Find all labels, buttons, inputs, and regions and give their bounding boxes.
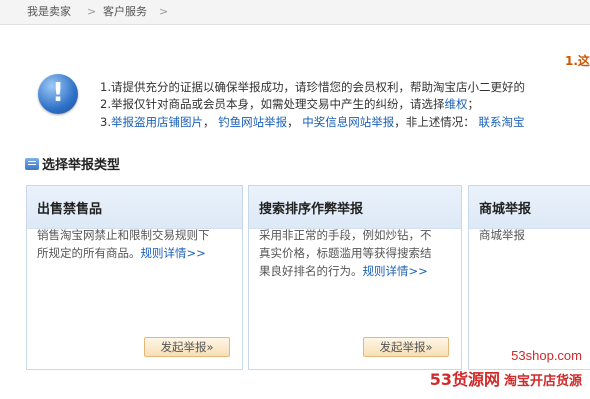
notice-line-3-prefix: 3. [100,115,111,129]
card-description: 商城举报 [479,226,525,244]
prize-scam-site-report-link[interactable]: 中奖信息网站举报 [302,115,394,129]
breadcrumb-separator: > [87,5,97,18]
watermark-domain: 53shop.com [511,348,582,363]
breadcrumb-item-customer-service[interactable]: 客户服务 [103,0,147,24]
card-description: 采用非正常的手段，例如炒钻，不 真实价格，标题滥用等获得搜索结 果良好排名的行为… [259,226,432,280]
card-desc-text: 果良好排名的行为。 [259,264,363,278]
rights-link[interactable]: 维权 [444,97,467,111]
report-type-icon [25,158,39,170]
card-title: 商城举报 [479,202,532,217]
report-card-mall: 商城举报 商城举报 [468,185,590,370]
phishing-site-report-link[interactable]: 钓鱼网站举报 [218,115,287,129]
breadcrumb-item-seller[interactable]: 我是卖家 [27,0,71,24]
card-desc-line: 所规定的所有商品。规则详情>> [37,244,210,262]
start-report-button[interactable]: 发起举报» [144,337,230,357]
watermark-brand: 53货源网 淘宝开店货源 [430,366,582,390]
watermark-tag: 淘宝开店货源 [503,374,582,389]
watermark-brand-name: 53货源网 [429,370,500,389]
comma: ， [287,115,299,129]
notice-line-3-mid: ，非上述情况： [394,115,475,129]
card-desc-line: 果良好排名的行为。规则详情>> [259,262,432,280]
contact-taobao-link[interactable]: 联系淘宝 [478,115,524,129]
card-desc-line: 销售淘宝网禁止和限制交易规则下 [37,228,210,242]
info-exclamation-icon: ! [38,74,78,114]
comma: ， [202,115,215,129]
report-store-image-theft-link[interactable]: 举报盗用店铺图片 [111,115,203,129]
report-card-prohibited-goods: 出售禁售品 销售淘宝网禁止和限制交易规则下 所规定的所有商品。规则详情>> 发起… [26,185,243,370]
card-desc-text: 所规定的所有商品。 [37,246,141,260]
card-desc-line: 真实价格，标题滥用等获得搜索结 [259,246,432,260]
rule-details-link[interactable]: 规则详情>> [363,264,428,278]
card-desc-line: 采用非正常的手段，例如炒钻，不 [259,228,432,242]
section-title: 选择举报类型 [25,154,120,173]
rule-details-link[interactable]: 规则详情>> [141,246,206,260]
notice-panel: 1.这 ! 1.请提供充分的证据以确保举报成功，请珍惜您的会员权利，帮助淘宝店小… [0,34,590,138]
card-desc-line: 商城举报 [479,228,525,242]
notice-line-1: 1.请提供充分的证据以确保举报成功，请珍惜您的会员权利，帮助淘宝店小二更好的 [100,80,525,94]
notice-line-3: 3.举报盗用店铺图片， 钓鱼网站举报， 中奖信息网站举报，非上述情况： 联系淘宝 [100,114,524,130]
notice-line-2: 2.举报仅针对商品或会员本身，如需处理交易中产生的纠纷，请选择维权； [100,96,479,112]
notice-heading: 1.这 [565,54,590,68]
breadcrumb: 我是卖家 > 客户服务 > [0,0,590,25]
card-description: 销售淘宝网禁止和限制交易规则下 所规定的所有商品。规则详情>> [37,226,210,262]
notice-line-2-end: ； [467,97,479,111]
card-title: 搜索排序作弊举报 [259,202,364,217]
card-title: 出售禁售品 [37,202,103,217]
breadcrumb-separator: > [159,5,169,18]
report-card-search-ranking-cheat: 搜索排序作弊举报 采用非正常的手段，例如炒钻，不 真实价格，标题滥用等获得搜索结… [248,185,462,370]
watermark: 53shop.com 53货源网 淘宝开店货源 [430,348,582,390]
section-title-text: 选择举报类型 [42,158,121,173]
notice-line-2-text: 2.举报仅针对商品或会员本身，如需处理交易中产生的纠纷，请选择 [100,97,445,111]
